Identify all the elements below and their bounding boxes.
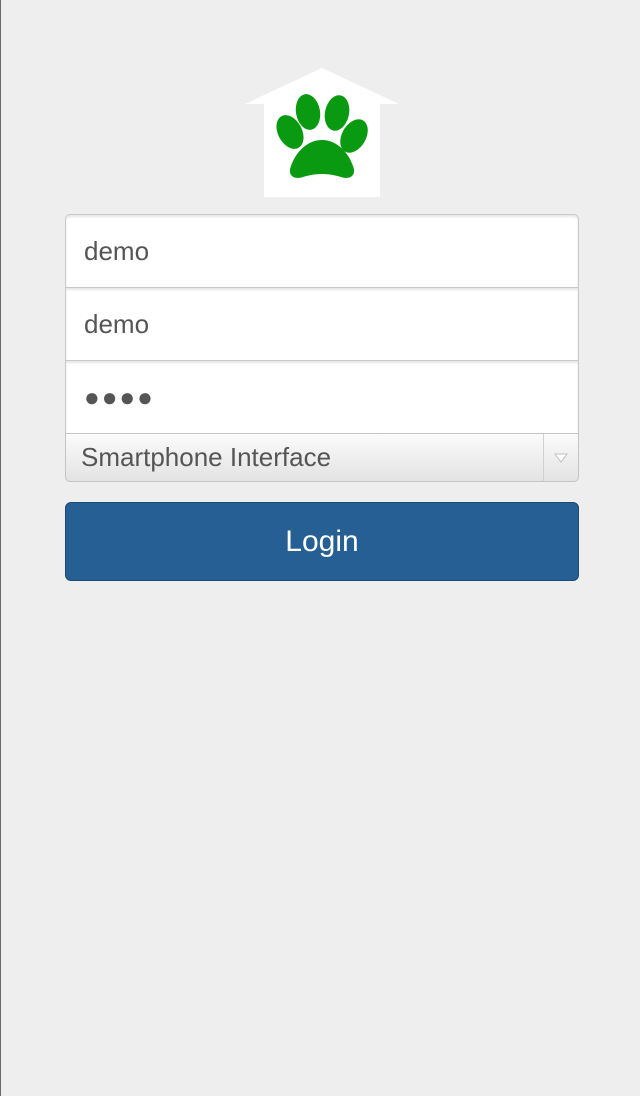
login-form: demo demo ●●●● Smartphone Interface (65, 214, 579, 482)
server-field[interactable]: demo (65, 214, 579, 288)
interface-select-value: Smartphone Interface (81, 442, 332, 472)
username-field-value: demo (84, 308, 150, 339)
login-button-label: Login (285, 524, 359, 558)
triangle-down-icon[interactable] (543, 434, 578, 481)
password-field[interactable]: ●●●● (65, 360, 579, 434)
password-field-value: ●●●● (84, 381, 155, 412)
interface-select[interactable]: Smartphone Interface (65, 433, 579, 482)
left-edge-divider (0, 0, 1, 1096)
username-field[interactable]: demo (65, 287, 579, 361)
login-button[interactable]: Login (65, 502, 579, 581)
paw-house-icon (244, 66, 400, 198)
server-field-value: demo (84, 235, 150, 266)
